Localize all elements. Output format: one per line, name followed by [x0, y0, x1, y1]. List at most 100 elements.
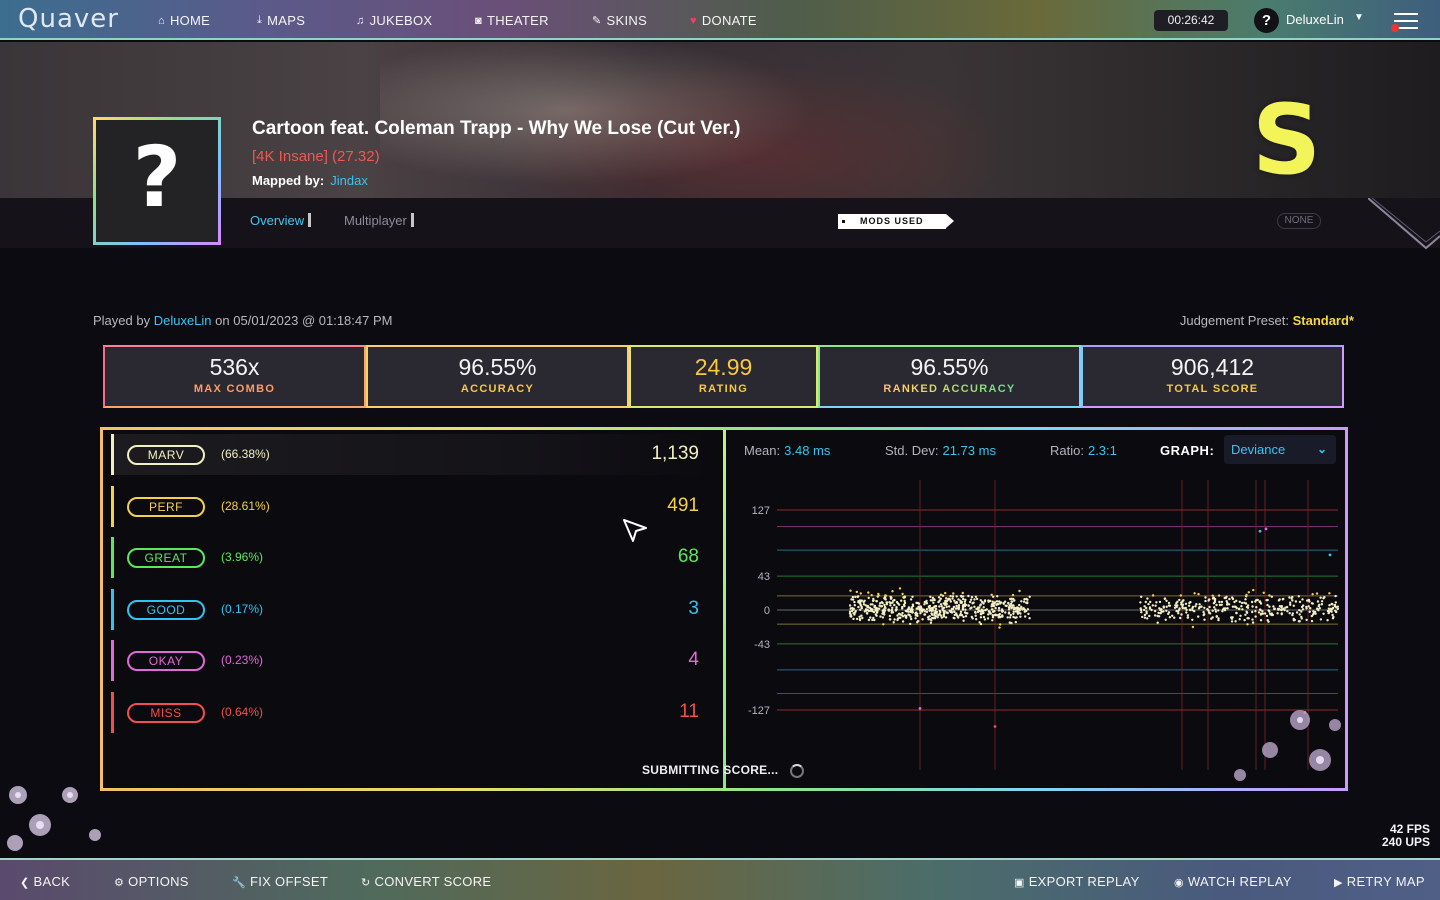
options-button[interactable]: ⚙ OPTIONS — [114, 874, 189, 889]
export-replay-button[interactable]: ▣ EXPORT REPLAY — [1014, 874, 1140, 889]
hit-dot — [1254, 615, 1257, 618]
hit-dot — [1148, 614, 1151, 618]
hit-dot — [919, 612, 922, 615]
graph-type-label: GRAPH: — [1160, 443, 1215, 458]
hit-dot — [1009, 613, 1012, 617]
hit-dot — [1191, 607, 1194, 610]
gear-icon: ⚙ — [114, 877, 125, 889]
hit-dot — [1252, 588, 1255, 592]
hit-dot — [1203, 613, 1206, 616]
hit-dot — [934, 607, 938, 610]
hit-dot — [884, 598, 887, 601]
tab-overview-label: Overview — [250, 213, 305, 228]
nav-jukebox[interactable]: ♫ JUKEBOX — [356, 13, 432, 28]
hit-dot — [1288, 612, 1291, 615]
hit-dot — [1234, 620, 1237, 623]
hit-dot — [1180, 603, 1184, 606]
avatar[interactable]: ? — [1254, 8, 1279, 33]
username[interactable]: DeluxeLin — [1286, 12, 1344, 27]
hit-dot — [1004, 611, 1007, 614]
hit-dot — [909, 615, 912, 618]
hit-dot — [1167, 611, 1171, 614]
hit-dot — [875, 606, 878, 610]
hit-dot — [1327, 611, 1331, 614]
hit-dot — [924, 610, 927, 613]
judgement-preset-value[interactable]: Standard* — [1293, 313, 1354, 328]
hit-dot — [1320, 603, 1324, 606]
corner-decoration — [1368, 198, 1440, 250]
convert-score-button[interactable]: ↻ CONVERT SCORE — [361, 874, 491, 889]
nav-home[interactable]: ⌂ HOME — [158, 13, 210, 28]
hit-dot — [901, 620, 905, 623]
hit-dot — [1010, 621, 1013, 625]
hit-dot — [1326, 619, 1329, 622]
hit-dot — [923, 603, 926, 606]
hit-dot — [869, 609, 873, 612]
hit-dot — [1206, 608, 1209, 611]
hit-dot — [951, 595, 955, 598]
hit-dot — [1217, 594, 1221, 597]
nav-theater[interactable]: ◙ THEATER — [475, 13, 549, 28]
judgement-preset-label: Judgement Preset: — [1179, 313, 1289, 328]
hit-dot — [1265, 614, 1269, 618]
hit-dot — [948, 598, 952, 601]
hit-dot — [875, 611, 879, 614]
retry-map-button[interactable]: ▶ RETRY MAP — [1334, 874, 1425, 889]
hit-dot — [999, 623, 1002, 626]
y-tick-label: 127 — [752, 505, 770, 517]
mapped-by: Mapped by: Jindax — [252, 173, 368, 188]
hit-dot — [1000, 608, 1004, 611]
hit-dot — [877, 607, 881, 610]
chevron-down-icon[interactable]: ▼ — [1354, 12, 1364, 23]
hit-dot — [1220, 600, 1224, 604]
ranked-accuracy-value: 96.55% — [910, 354, 989, 380]
home-icon: ⌂ — [158, 14, 165, 27]
nav-donate[interactable]: ♥ DONATE — [690, 13, 757, 28]
hit-dot — [951, 607, 955, 611]
hit-dot — [870, 594, 873, 597]
tab-overview[interactable]: Overview — [250, 213, 312, 228]
hit-dot — [923, 613, 926, 616]
hit-dot — [1305, 618, 1308, 622]
hit-dot — [896, 617, 900, 620]
hit-dot — [1259, 619, 1263, 622]
hit-dot — [1001, 610, 1004, 613]
hit-dot — [1167, 601, 1171, 605]
hit-dot — [967, 594, 970, 598]
hit-dot — [1015, 616, 1018, 619]
rating-label: RATING — [698, 383, 749, 395]
judgement-percent: (66.38%) — [221, 447, 270, 461]
hit-dot — [1295, 611, 1299, 614]
hit-dot — [895, 606, 898, 609]
hit-dot — [865, 612, 869, 615]
nav-skins[interactable]: ✎ SKINS — [592, 13, 647, 28]
hit-dot — [1187, 604, 1191, 607]
hit-dot — [953, 613, 956, 617]
hit-dot — [921, 609, 924, 612]
nav-maps[interactable]: ⤓ MAPS — [257, 13, 305, 28]
hit-dot — [866, 608, 869, 612]
player-link[interactable]: DeluxeLin — [154, 313, 212, 328]
judgement-accent — [111, 537, 114, 578]
options-label: OPTIONS — [128, 874, 189, 889]
hit-dot — [947, 605, 951, 608]
hit-dot — [875, 614, 878, 617]
tab-multiplayer[interactable]: Multiplayer — [344, 213, 414, 228]
hit-dot — [955, 595, 958, 598]
hit-dot — [917, 619, 920, 623]
mapper-link[interactable]: Jindax — [330, 173, 368, 188]
hit-dot — [914, 612, 917, 615]
stat-ranked-accuracy: 96.55% RANKED ACCURACY — [818, 345, 1081, 408]
hit-dot — [1162, 605, 1165, 608]
fix-offset-button[interactable]: 🔧 FIX OFFSET — [232, 874, 328, 889]
hit-dot — [1286, 610, 1289, 613]
hit-dot — [939, 603, 943, 606]
hit-dot — [1016, 610, 1019, 614]
quaver-logo[interactable]: Quaver — [18, 4, 119, 34]
back-button[interactable]: ❮ BACK — [20, 874, 70, 889]
hit-dot — [1316, 600, 1320, 603]
hit-dot — [1018, 589, 1021, 593]
play-icon: ▶ — [1334, 877, 1343, 889]
watch-replay-button[interactable]: ◉ WATCH REPLAY — [1174, 874, 1292, 889]
graph-type-dropdown[interactable]: Deviance ⌄ — [1224, 435, 1336, 464]
